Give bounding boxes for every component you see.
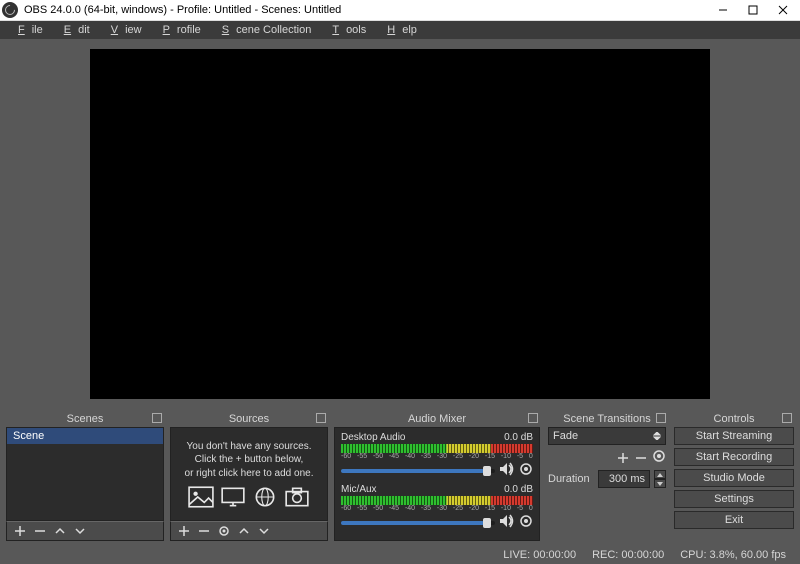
sources-list[interactable]: You don't have any sources. Click the + … (170, 427, 328, 521)
sources-empty-icons (188, 486, 310, 508)
studio-mode-button[interactable]: Studio Mode (674, 469, 794, 487)
track-name: Desktop Audio (341, 432, 406, 443)
scene-add-button[interactable] (13, 524, 27, 538)
menubar: File Edit View Profile Scene Collection … (0, 21, 800, 39)
transitions-body: Fade Duration 300 ms (546, 427, 668, 541)
source-down-button[interactable] (257, 524, 271, 538)
sources-toolbar (170, 521, 328, 541)
menu-scene-collection[interactable]: Scene Collection (208, 22, 319, 38)
settings-button[interactable]: Settings (674, 490, 794, 508)
source-up-button[interactable] (237, 524, 251, 538)
chevron-updown-icon (653, 432, 661, 440)
track-volume-slider[interactable] (341, 469, 495, 473)
sources-empty-line2: Click the + button below, (195, 453, 304, 467)
transition-settings-button[interactable] (652, 449, 666, 466)
status-cpu: CPU: 3.8%, 60.00 fps (680, 549, 786, 561)
mixer-title: Audio Mixer (334, 411, 540, 427)
audio-mixer-panel: Audio Mixer Desktop Audio 0.0 dB -60-55-… (334, 411, 540, 541)
mixer-track-mic: Mic/Aux 0.0 dB -60-55-50-45-40-35-30-25-… (341, 484, 533, 532)
sources-popout-icon[interactable] (316, 413, 326, 423)
scene-down-button[interactable] (73, 524, 87, 538)
transitions-title: Scene Transitions (546, 411, 668, 427)
menu-view[interactable]: View (97, 22, 149, 38)
window-titlebar: OBS 24.0.0 (64-bit, windows) - Profile: … (0, 0, 800, 21)
bottom-panels: Scenes Scene Sources You don't have any … (0, 409, 800, 545)
sources-empty-line3: or right click here to add one. (185, 467, 314, 481)
status-rec: REC: 00:00:00 (592, 549, 664, 561)
controls-panel: Controls Start Streaming Start Recording… (674, 411, 794, 541)
transitions-panel: Scene Transitions Fade Duration 300 ms (546, 411, 668, 541)
source-settings-button[interactable] (217, 524, 231, 538)
track-meter (341, 496, 533, 505)
duration-step-up[interactable] (654, 470, 666, 479)
transition-selected: Fade (553, 430, 578, 442)
menu-help[interactable]: Help (373, 22, 424, 38)
controls-title-label: Controls (714, 413, 755, 425)
scene-up-button[interactable] (53, 524, 67, 538)
track-name: Mic/Aux (341, 484, 377, 495)
duration-label: Duration (548, 473, 590, 485)
source-add-button[interactable] (177, 524, 191, 538)
track-ticks: -60-55-50-45-40-35-30-25-20-15-10-50 (341, 505, 533, 512)
status-live: LIVE: 00:00:00 (503, 549, 576, 561)
track-settings-button[interactable] (519, 462, 533, 479)
scenes-popout-icon[interactable] (152, 413, 162, 423)
track-mute-button[interactable] (499, 513, 515, 532)
mixer-body: Desktop Audio 0.0 dB -60-55-50-45-40-35-… (334, 427, 540, 541)
scene-remove-button[interactable] (33, 524, 47, 538)
start-streaming-button[interactable]: Start Streaming (674, 427, 794, 445)
controls-title: Controls (674, 411, 794, 427)
transition-select[interactable]: Fade (548, 427, 666, 445)
status-bar: LIVE: 00:00:00 REC: 00:00:00 CPU: 3.8%, … (0, 545, 800, 564)
transition-remove-button[interactable] (634, 451, 648, 465)
mixer-title-label: Audio Mixer (408, 413, 466, 425)
menu-edit[interactable]: Edit (50, 22, 97, 38)
window-title: OBS 24.0.0 (64-bit, windows) - Profile: … (24, 4, 708, 16)
transition-add-button[interactable] (616, 451, 630, 465)
track-ticks: -60-55-50-45-40-35-30-25-20-15-10-50 (341, 453, 533, 460)
close-button[interactable] (768, 0, 798, 20)
transitions-title-label: Scene Transitions (563, 413, 650, 425)
display-source-icon (220, 486, 246, 508)
controls-body: Start Streaming Start Recording Studio M… (674, 427, 794, 541)
start-recording-button[interactable]: Start Recording (674, 448, 794, 466)
exit-button[interactable]: Exit (674, 511, 794, 529)
source-remove-button[interactable] (197, 524, 211, 538)
scenes-panel: Scenes Scene (6, 411, 164, 541)
workspace (0, 39, 800, 409)
menu-profile[interactable]: Profile (149, 22, 208, 38)
duration-step-down[interactable] (654, 479, 666, 488)
menu-tools[interactable]: Tools (318, 22, 373, 38)
mixer-popout-icon[interactable] (528, 413, 538, 423)
sources-panel: Sources You don't have any sources. Clic… (170, 411, 328, 541)
duration-input[interactable]: 300 ms (598, 470, 650, 488)
controls-popout-icon[interactable] (782, 413, 792, 423)
track-db: 0.0 dB (504, 484, 533, 495)
scenes-toolbar (6, 521, 164, 541)
maximize-button[interactable] (738, 0, 768, 20)
scenes-list[interactable]: Scene (6, 427, 164, 521)
preview-canvas[interactable] (90, 49, 710, 399)
track-meter (341, 444, 533, 453)
globe-source-icon (252, 486, 278, 508)
obs-app-icon (2, 2, 18, 18)
track-volume-slider[interactable] (341, 521, 495, 525)
mixer-track-desktop: Desktop Audio 0.0 dB -60-55-50-45-40-35-… (341, 432, 533, 480)
track-db: 0.0 dB (504, 432, 533, 443)
sources-title: Sources (170, 411, 328, 427)
track-settings-button[interactable] (519, 514, 533, 531)
track-mute-button[interactable] (499, 461, 515, 480)
scenes-title-label: Scenes (67, 413, 104, 425)
menu-file[interactable]: File (4, 22, 50, 38)
image-source-icon (188, 486, 214, 508)
camera-source-icon (284, 486, 310, 508)
transitions-popout-icon[interactable] (656, 413, 666, 423)
minimize-button[interactable] (708, 0, 738, 20)
sources-empty-line1: You don't have any sources. (187, 440, 312, 454)
scene-item[interactable]: Scene (7, 428, 163, 444)
scenes-title: Scenes (6, 411, 164, 427)
sources-title-label: Sources (229, 413, 269, 425)
